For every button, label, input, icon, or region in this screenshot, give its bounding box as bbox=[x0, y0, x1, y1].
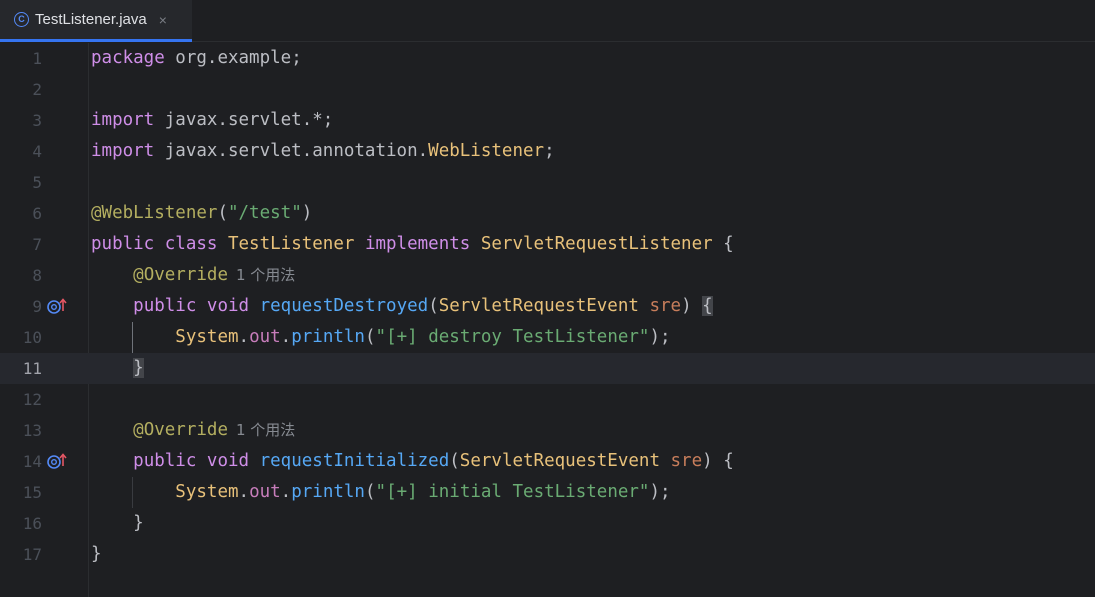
code-line[interactable]: 13 @Override 1 个用法 bbox=[0, 415, 1095, 446]
code-editor[interactable]: 1 package org.example; 2 3 import javax.… bbox=[0, 43, 1095, 597]
tab-file-name: TestListener.java bbox=[35, 11, 147, 28]
code-line-current[interactable]: 11 } bbox=[0, 353, 1095, 384]
code-line[interactable]: 9 public void requestDestroyed(ServletRe… bbox=[0, 291, 1095, 322]
line-number: 17 bbox=[22, 545, 42, 564]
java-class-icon: C bbox=[14, 12, 29, 27]
code-line[interactable]: 2 bbox=[0, 74, 1095, 105]
line-number: 13 bbox=[22, 421, 42, 440]
code-line[interactable]: 6 @WebListener("/test") bbox=[0, 198, 1095, 229]
line-number: 9 bbox=[32, 297, 42, 316]
usages-inlay-hint[interactable]: 1 个用法 bbox=[236, 421, 295, 439]
line-number: 16 bbox=[22, 514, 42, 533]
code-text: } bbox=[133, 513, 144, 533]
code-text: @Override 1 个用法 bbox=[133, 265, 296, 285]
line-number: 3 bbox=[32, 111, 42, 130]
line-number: 12 bbox=[22, 390, 42, 409]
code-text: public class TestListener implements Ser… bbox=[91, 234, 734, 254]
code-line[interactable]: 16 } bbox=[0, 508, 1095, 539]
matched-brace: { bbox=[702, 296, 713, 316]
usages-inlay-hint[interactable]: 1 个用法 bbox=[236, 266, 295, 284]
line-number: 14 bbox=[22, 452, 42, 471]
code-line[interactable]: 14 public void requestInitialized(Servle… bbox=[0, 446, 1095, 477]
line-number: 2 bbox=[32, 80, 42, 99]
code-text: import javax.servlet.annotation.WebListe… bbox=[91, 141, 555, 161]
code-text: @WebListener("/test") bbox=[91, 203, 313, 223]
line-number: 15 bbox=[22, 483, 42, 502]
close-icon[interactable]: × bbox=[159, 12, 167, 28]
code-text: package org.example; bbox=[91, 48, 302, 68]
code-line[interactable]: 4 import javax.servlet.annotation.WebLis… bbox=[0, 136, 1095, 167]
code-line[interactable]: 7 public class TestListener implements S… bbox=[0, 229, 1095, 260]
code-text: } bbox=[91, 544, 102, 564]
code-line[interactable]: 5 bbox=[0, 167, 1095, 198]
code-line[interactable]: 17 } bbox=[0, 539, 1095, 570]
code-text: @Override 1 个用法 bbox=[133, 420, 296, 440]
code-line[interactable]: 3 import javax.servlet.*; bbox=[0, 105, 1095, 136]
code-text: System.out.println("[+] destroy TestList… bbox=[175, 327, 671, 347]
code-text: public void requestInitialized(ServletRe… bbox=[133, 451, 734, 471]
code-text: public void requestDestroyed(ServletRequ… bbox=[133, 296, 713, 316]
line-number: 6 bbox=[32, 204, 42, 223]
code-text: } bbox=[91, 353, 144, 384]
code-line[interactable]: 15 System.out.println("[+] initial TestL… bbox=[0, 477, 1095, 508]
line-number: 11 bbox=[22, 359, 42, 378]
line-number: 8 bbox=[32, 266, 42, 285]
code-line[interactable]: 1 package org.example; bbox=[0, 43, 1095, 74]
editor-tab-bar: C TestListener.java × bbox=[0, 0, 1095, 42]
code-text: import javax.servlet.*; bbox=[91, 110, 334, 130]
line-number: 5 bbox=[32, 173, 42, 192]
line-number: 4 bbox=[32, 142, 42, 161]
editor-tab-testlistener[interactable]: C TestListener.java × bbox=[0, 0, 192, 42]
code-line[interactable]: 12 bbox=[0, 384, 1095, 415]
code-line[interactable]: 8 @Override 1 个用法 bbox=[0, 260, 1095, 291]
line-number: 7 bbox=[32, 235, 42, 254]
code-text: System.out.println("[+] initial TestList… bbox=[175, 482, 671, 502]
implementing-method-icon[interactable] bbox=[46, 297, 68, 315]
matched-brace: } bbox=[133, 358, 144, 378]
implementing-method-icon[interactable] bbox=[46, 452, 68, 470]
line-number: 1 bbox=[32, 49, 42, 68]
line-number: 10 bbox=[22, 328, 42, 347]
code-line[interactable]: 10 System.out.println("[+] destroy TestL… bbox=[0, 322, 1095, 353]
